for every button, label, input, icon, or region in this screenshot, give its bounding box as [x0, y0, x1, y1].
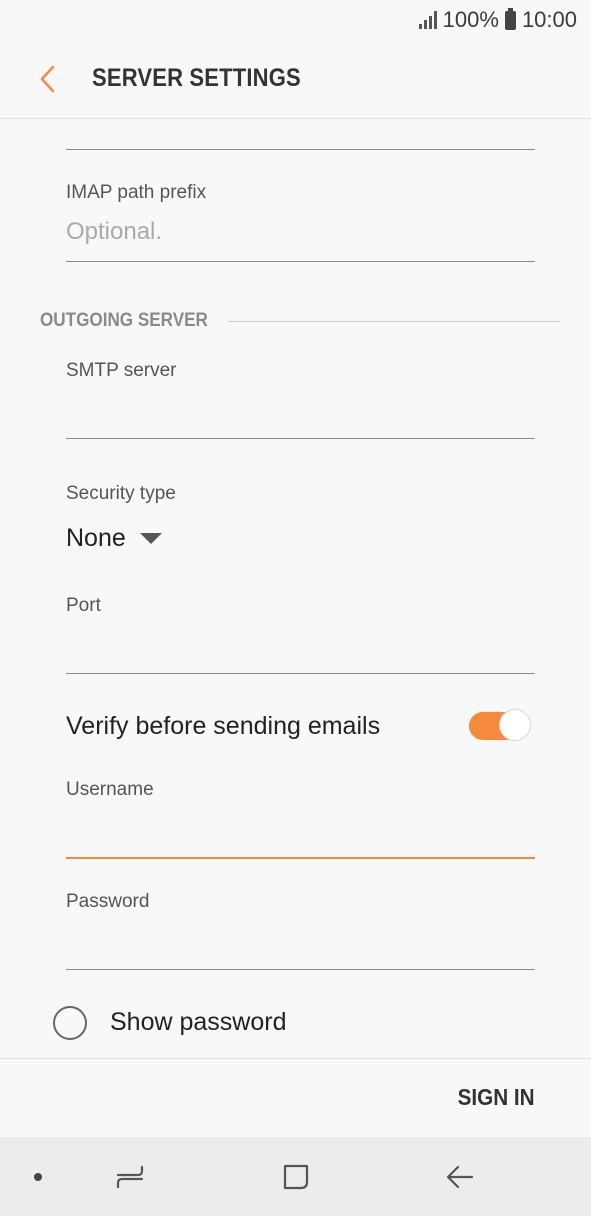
- imap-prefix-underline: [66, 261, 535, 262]
- system-nav-bar: [0, 1137, 591, 1216]
- field-underline: [66, 149, 535, 150]
- page-title: SERVER SETTINGS: [92, 64, 301, 92]
- dropdown-arrow-icon: [139, 532, 162, 544]
- back-button[interactable]: [26, 54, 70, 104]
- verify-label: Verify before sending emails: [66, 712, 381, 740]
- clock: 10:00: [521, 7, 577, 32]
- username-input[interactable]: [66, 810, 535, 850]
- security-type-value: None: [66, 523, 126, 552]
- imap-prefix-label: IMAP path prefix: [66, 182, 207, 203]
- sign-in-button[interactable]: SIGN IN: [458, 1084, 535, 1111]
- recents-icon: [116, 1165, 144, 1189]
- battery-icon: [504, 7, 516, 30]
- username-underline-focused: [66, 857, 535, 859]
- nav-dot[interactable]: [18, 1157, 58, 1197]
- port-input[interactable]: [66, 626, 535, 666]
- status-indicators: 100% 10:00: [418, 6, 577, 34]
- battery-percent: 100%: [442, 7, 499, 32]
- imap-prefix-input[interactable]: [66, 212, 535, 252]
- status-bar: 100% 10:00: [0, 0, 591, 40]
- nav-back-button[interactable]: [440, 1157, 480, 1197]
- smtp-server-input[interactable]: [66, 392, 535, 432]
- password-label: Password: [66, 891, 150, 912]
- smtp-server-underline: [66, 438, 535, 439]
- verify-toggle[interactable]: [469, 709, 531, 743]
- port-underline: [66, 673, 535, 674]
- smtp-server-label: SMTP server: [66, 360, 177, 381]
- chevron-left-icon: [40, 65, 55, 93]
- nav-home-button[interactable]: [276, 1157, 316, 1197]
- port-label: Port: [66, 595, 101, 616]
- section-header-outgoing: OUTGOING SERVER: [40, 310, 208, 331]
- security-type-label: Security type: [66, 483, 176, 504]
- nav-recents-button[interactable]: [110, 1157, 150, 1197]
- show-password-radio[interactable]: [53, 1006, 87, 1040]
- dot-icon: [34, 1173, 42, 1181]
- password-underline: [66, 969, 535, 970]
- toggle-knob: [499, 709, 531, 741]
- username-label: Username: [66, 779, 154, 800]
- bottom-divider: [0, 1058, 591, 1059]
- signal-icon: [418, 11, 437, 29]
- back-icon: [446, 1165, 474, 1189]
- security-type-dropdown[interactable]: None: [66, 520, 162, 556]
- app-bar: SERVER SETTINGS: [0, 40, 591, 119]
- home-icon: [283, 1164, 309, 1190]
- show-password-label[interactable]: Show password: [110, 1008, 286, 1037]
- password-input[interactable]: [66, 922, 535, 962]
- section-divider: [228, 321, 561, 322]
